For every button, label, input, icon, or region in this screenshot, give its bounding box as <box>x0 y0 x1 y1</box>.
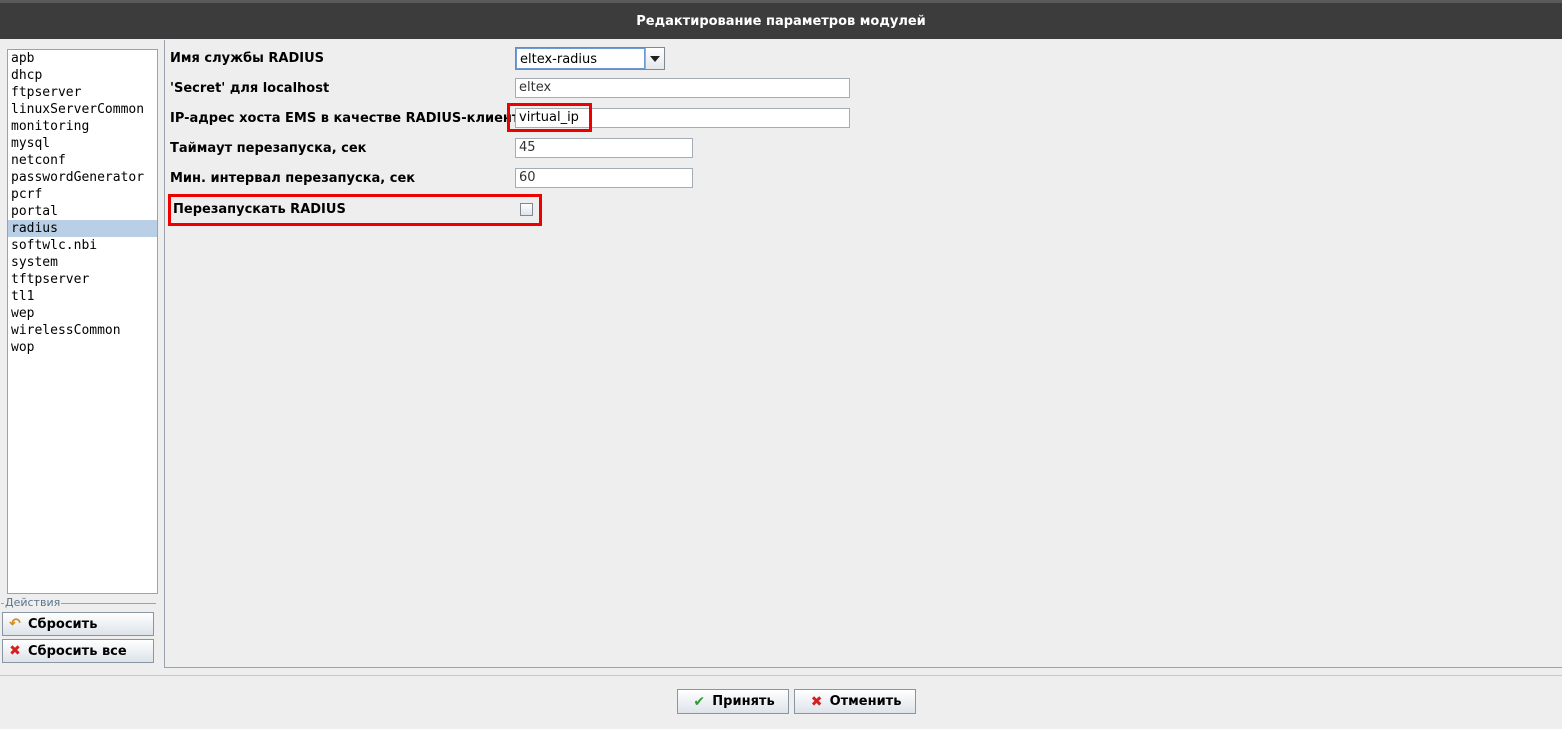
module-list-item[interactable]: passwordGenerator <box>8 169 157 186</box>
accept-button[interactable]: ✔ Принять <box>677 689 789 714</box>
check-icon: ✔ <box>693 693 706 710</box>
secret-field[interactable]: eltex <box>515 78 850 98</box>
restart-interval-label: Мин. интервал перезапуска, сек <box>170 171 416 186</box>
window-title: Редактирование параметров модулей <box>0 3 1562 39</box>
module-list-item[interactable]: pcrf <box>8 186 157 203</box>
close-icon: ✖ <box>810 693 823 710</box>
window-title-text: Редактирование параметров модулей <box>636 13 926 29</box>
module-list-item[interactable]: monitoring <box>8 118 157 135</box>
footer-separator <box>0 675 1562 676</box>
module-list-item[interactable]: netconf <box>8 152 157 169</box>
module-list-item[interactable]: linuxServerCommon <box>8 101 157 118</box>
module-list-item[interactable]: tl1 <box>8 288 157 305</box>
cancel-button-label: Отменить <box>829 694 902 709</box>
module-list-item[interactable]: dhcp <box>8 67 157 84</box>
module-list-item[interactable]: mysql <box>8 135 157 152</box>
restart-timeout-label: Таймаут перезапуска, сек <box>170 141 367 156</box>
actions-group: Действия ↶ Сбросить ✖ Сбросить все <box>1 596 156 666</box>
restart-timeout-field[interactable]: 45 <box>515 138 693 158</box>
highlight-box-restart <box>168 194 542 226</box>
actions-legend: Действия <box>4 596 62 609</box>
module-list-item[interactable]: softwlc.nbi <box>8 237 157 254</box>
module-settings-panel: Имя службы RADIUS eltex-radius 'Secret' … <box>164 40 1562 668</box>
restart-interval-field[interactable]: 60 <box>515 168 693 188</box>
reset-button-label: Сбросить <box>28 616 98 632</box>
module-list[interactable]: apb dhcp ftpserver linuxServerCommon monitor… <box>7 49 158 594</box>
reset-button[interactable]: ↶ Сбросить <box>2 612 154 636</box>
secret-label: 'Secret' для localhost <box>170 81 330 96</box>
module-list-item[interactable]: tftpserver <box>8 271 157 288</box>
dropdown-arrow-icon[interactable] <box>645 48 664 69</box>
module-list-item[interactable]: apb <box>8 50 157 67</box>
module-list-item[interactable]: wop <box>8 339 157 356</box>
undo-icon: ↶ <box>9 616 21 632</box>
service-name-value: eltex-radius <box>516 48 645 69</box>
service-name-label: Имя службы RADIUS <box>170 51 324 66</box>
delete-icon: ✖ <box>9 643 21 659</box>
reset-all-button-label: Сбросить все <box>28 643 127 659</box>
module-list-item[interactable]: wirelessCommon <box>8 322 157 339</box>
module-list-item[interactable]: portal <box>8 203 157 220</box>
reset-all-button[interactable]: ✖ Сбросить все <box>2 639 154 663</box>
module-list-item[interactable]: radius <box>8 220 157 237</box>
cancel-button[interactable]: ✖ Отменить <box>794 689 916 714</box>
highlight-box-ip <box>507 103 592 132</box>
module-list-item[interactable]: ftpserver <box>8 84 157 101</box>
ems-ip-label: IP-адрес хоста EMS в качестве RADIUS-кли… <box>170 111 529 126</box>
accept-button-label: Принять <box>712 694 775 709</box>
service-name-combo[interactable]: eltex-radius <box>515 47 665 70</box>
module-list-item[interactable]: system <box>8 254 157 271</box>
module-list-item[interactable]: wep <box>8 305 157 322</box>
